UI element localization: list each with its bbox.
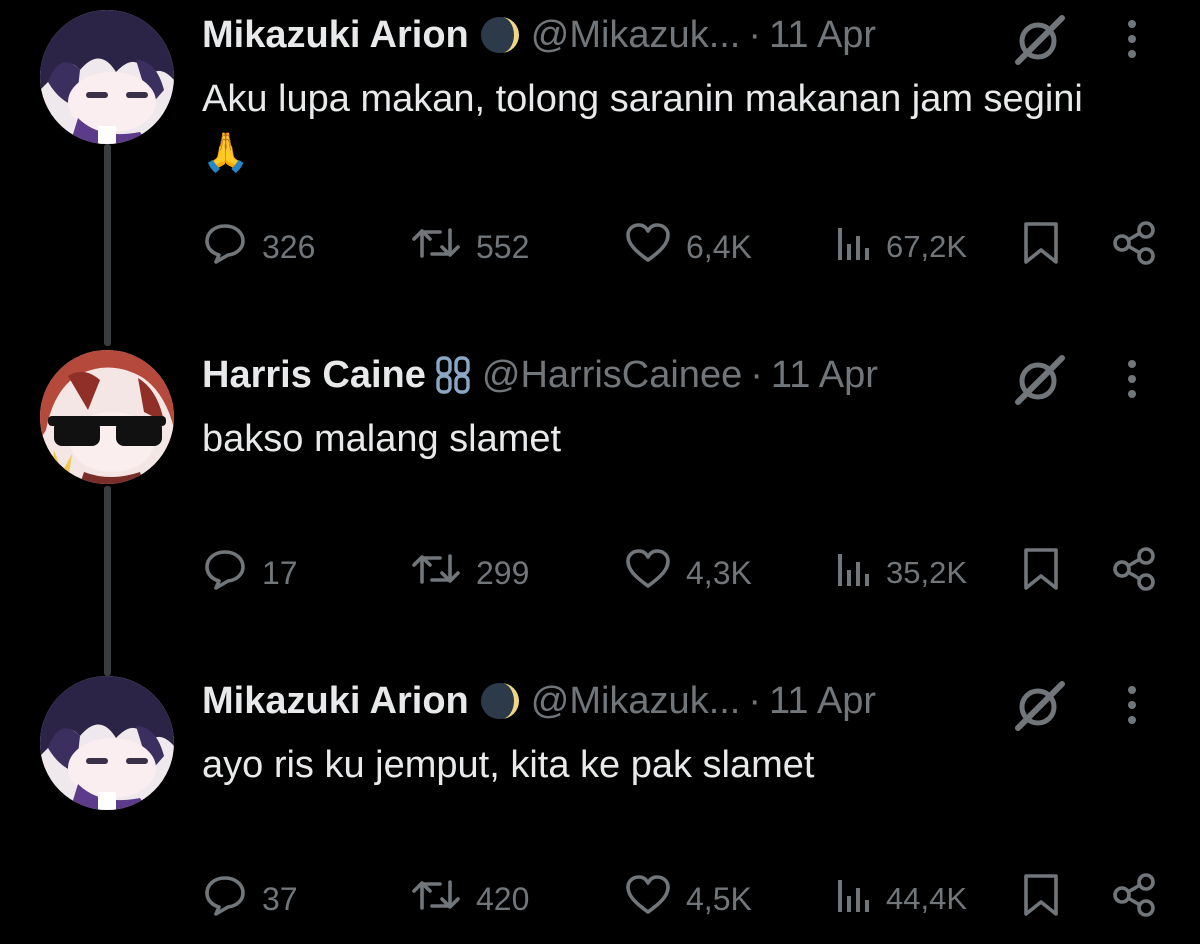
views-button[interactable]: 44,4K (834, 874, 967, 924)
speech-bubble-icon (202, 872, 248, 926)
speech-bubble-icon (202, 546, 248, 600)
author-handle[interactable]: @Mikazuk... (531, 12, 741, 58)
share-button[interactable] (1108, 546, 1158, 600)
like-count: 6,4K (686, 228, 752, 265)
author-name[interactable]: Mikazuki Arion (202, 12, 469, 58)
grok-icon[interactable] (1008, 680, 1072, 732)
view-count: 67,2K (886, 229, 968, 264)
heart-icon (624, 220, 672, 274)
bookmark-button[interactable] (1020, 222, 1062, 272)
speech-bubble-icon (202, 220, 248, 274)
tweet-header: Harris Caine @HarrisCainee · 11 Apr (202, 352, 878, 398)
tweet[interactable]: Mikazuki Arion @Mikazuk... · 11 Apr (0, 0, 1200, 340)
repost-button[interactable]: 552 (410, 222, 529, 272)
tweet-actions: 17 299 4,3K 35,2K (202, 546, 1162, 600)
avatar[interactable] (40, 350, 174, 484)
grok-icon[interactable] (1008, 14, 1072, 66)
tweet-text: Aku lupa makan, tolong saranin makanan j… (202, 78, 1083, 174)
views-button[interactable]: 35,2K (834, 548, 967, 598)
bar-chart-icon (834, 872, 874, 926)
bookmark-icon (1020, 872, 1062, 926)
repost-arrows-icon (410, 220, 462, 274)
crescent-moon-icon (479, 681, 519, 721)
author-handle[interactable]: @Mikazuk... (531, 678, 741, 724)
bar-chart-icon (834, 220, 874, 274)
more-vertical-icon[interactable] (1122, 682, 1142, 728)
share-button[interactable] (1108, 872, 1158, 926)
tweet-header: Mikazuki Arion @Mikazuk... · 11 Apr (202, 12, 876, 58)
author-name[interactable]: Harris Caine (202, 352, 426, 398)
more-vertical-icon[interactable] (1122, 356, 1142, 402)
repost-arrows-icon (410, 546, 462, 600)
reply-button[interactable]: 17 (202, 548, 298, 598)
tweet[interactable]: Harris Caine @HarrisCainee · 11 Apr baks… (0, 340, 1200, 670)
like-button[interactable]: 4,3K (624, 548, 752, 598)
heart-icon (624, 872, 672, 926)
views-button[interactable]: 67,2K (834, 222, 967, 272)
tweet-header: Mikazuki Arion @Mikazuk... · 11 Apr (202, 678, 876, 724)
reply-count: 17 (262, 554, 298, 591)
like-button[interactable]: 6,4K (624, 222, 752, 272)
tweet-date[interactable]: 11 Apr (769, 12, 876, 58)
tweet-text: bakso malang slamet (202, 418, 562, 460)
crescent-moon-icon (479, 15, 519, 55)
heart-icon (624, 546, 672, 600)
reply-count: 37 (262, 880, 298, 917)
like-count: 4,3K (686, 554, 752, 591)
tweet-date[interactable]: 11 Apr (769, 678, 876, 724)
like-button[interactable]: 4,5K (624, 874, 752, 924)
reply-button[interactable]: 326 (202, 222, 315, 272)
tweet-actions: 37 420 4,5K 44,4K (202, 872, 1162, 926)
bookmark-button[interactable] (1020, 548, 1062, 598)
author-handle[interactable]: @HarrisCainee (482, 352, 742, 398)
bar-chart-icon (834, 546, 874, 600)
view-count: 35,2K (886, 555, 968, 590)
separator-dot: · (750, 354, 763, 396)
share-icon (1108, 546, 1158, 600)
author-name[interactable]: Mikazuki Arion (202, 678, 469, 724)
tweet-actions: 326 552 6,4K 67,2K (202, 220, 1162, 274)
view-count: 44,4K (886, 881, 968, 916)
grok-icon[interactable] (1008, 354, 1072, 406)
repost-button[interactable]: 420 (410, 874, 529, 924)
repost-count: 420 (476, 880, 530, 917)
separator-dot: · (748, 14, 762, 56)
reply-button[interactable]: 37 (202, 874, 298, 924)
tweet-date[interactable]: 11 Apr (771, 352, 878, 398)
like-count: 4,5K (686, 880, 752, 917)
repost-arrows-icon (410, 872, 462, 926)
tweet-text: ayo ris ku jemput, kita ke pak slamet (202, 744, 815, 786)
tweet[interactable]: Mikazuki Arion @Mikazuk... · 11 Apr (0, 666, 1200, 944)
bookmark-icon (1020, 546, 1062, 600)
separator-dot: · (748, 680, 762, 722)
chain-link-icon (436, 354, 470, 396)
avatar[interactable] (40, 676, 174, 810)
repost-button[interactable]: 299 (410, 548, 529, 598)
reply-count: 326 (262, 228, 316, 265)
repost-count: 552 (476, 228, 530, 265)
share-icon (1108, 872, 1158, 926)
bookmark-button[interactable] (1020, 874, 1062, 924)
share-button[interactable] (1108, 220, 1158, 274)
bookmark-icon (1020, 220, 1062, 274)
more-vertical-icon[interactable] (1122, 16, 1142, 62)
repost-count: 299 (476, 554, 530, 591)
share-icon (1108, 220, 1158, 274)
avatar[interactable] (40, 10, 174, 144)
